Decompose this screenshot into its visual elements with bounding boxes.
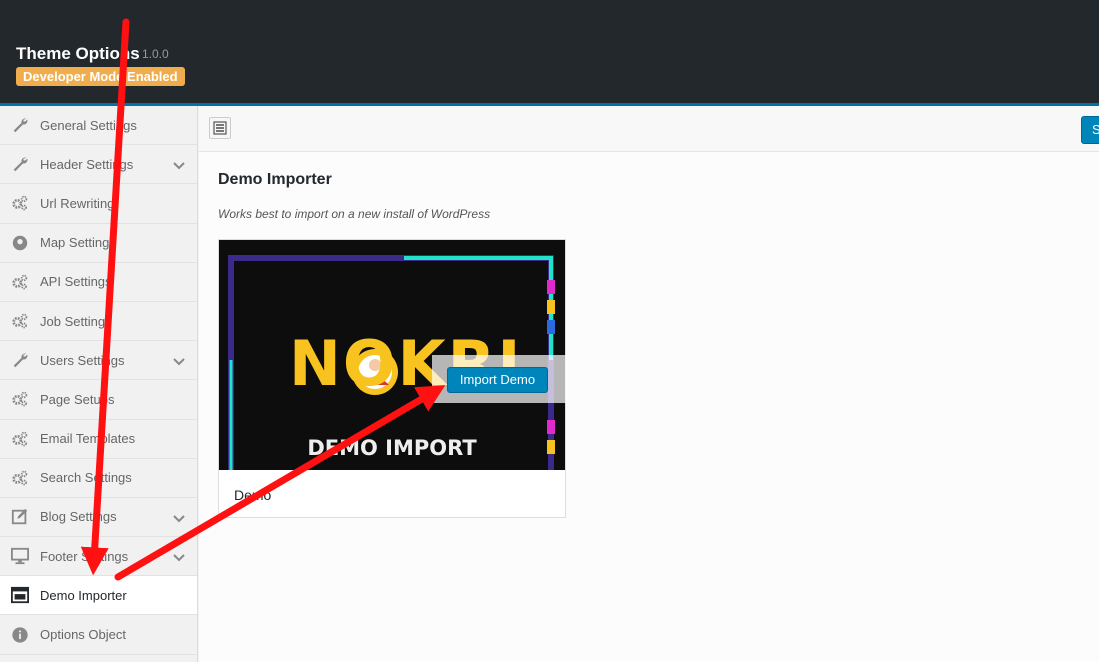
map-pin-icon <box>10 233 30 253</box>
developer-mode-badge: Developer Mode Enabled <box>16 67 185 86</box>
gears-icon <box>10 311 30 331</box>
gears-icon <box>10 389 30 409</box>
edit-icon <box>10 507 30 527</box>
sidebar-item-label: Page Setups <box>40 391 115 407</box>
sidebar-item-general-settings[interactable]: General Settings <box>0 106 197 146</box>
sidebar-item-page-setups[interactable]: Page Setups <box>0 380 197 420</box>
sidebar-item-url-rewriting[interactable]: Url Rewriting <box>0 184 197 224</box>
sidebar-item-label: Header Settings <box>40 156 134 172</box>
sidebar-item-header-settings[interactable]: Header Settings <box>0 145 197 185</box>
info-icon <box>10 625 30 645</box>
main-panel: Save Changes Demo Importer Works best to… <box>199 106 1099 662</box>
demo-caption-text: DEMO IMPORT <box>307 436 477 460</box>
admin-header: Theme Options 1.0.0 Developer Mode Enabl… <box>0 0 1099 106</box>
demo-name: Demo <box>234 487 272 503</box>
chevron-down-icon[interactable] <box>173 158 185 173</box>
import-demo-button[interactable]: Import Demo <box>447 367 548 393</box>
monitor-icon <box>10 546 30 566</box>
sidebar-item-email-templates[interactable]: Email Templates <box>0 420 197 459</box>
sidebar-item-label: Users Settings <box>40 352 125 368</box>
sidebar-item-map-settings[interactable]: Map Settings <box>0 224 197 263</box>
section-description: Works best to import on a new install of… <box>218 207 491 221</box>
sidebar-item-label: Url Rewriting <box>40 195 115 211</box>
sidebar-item-label: Demo Importer <box>40 587 127 603</box>
demo-card: NOKRI DEMO IMPORT Import Demo Demo <box>218 239 566 518</box>
section-title: Demo Importer <box>218 171 332 188</box>
sidebar-item-label: Options Object <box>40 627 126 643</box>
options-toolbar: Save Changes <box>199 106 1099 152</box>
sidebar-item-label: Search Settings <box>40 470 132 486</box>
sidebar-item-label: General Settings <box>40 117 137 133</box>
version-label: 1.0.0 <box>142 47 169 61</box>
sidebar-item-label: Map Settings <box>40 235 116 251</box>
expand-icon <box>213 121 227 135</box>
save-changes-button[interactable]: Save Changes <box>1081 116 1099 144</box>
chevron-down-icon[interactable] <box>173 550 185 565</box>
gears-icon <box>10 193 30 213</box>
sidebar-item-api-settings[interactable]: API Settings <box>0 263 197 302</box>
sidebar-item-label: Job Settings <box>40 313 112 329</box>
sidebar-item-demo-importer[interactable]: Demo Importer <box>0 576 197 616</box>
gears-icon <box>10 272 30 292</box>
wrench-icon <box>10 350 30 370</box>
window-icon <box>10 585 30 605</box>
sidebar-item-job-settings[interactable]: Job Settings <box>0 302 197 342</box>
sidebar-nav: General Settings Header Settings Url Rew… <box>0 106 198 662</box>
sidebar-item-search-settings[interactable]: Search Settings <box>0 459 197 498</box>
chevron-down-icon[interactable] <box>173 511 185 526</box>
sidebar-item-users-settings[interactable]: Users Settings <box>0 341 197 381</box>
wrench-icon <box>10 154 30 174</box>
sidebar-item-options-object[interactable]: Options Object <box>0 615 197 655</box>
expand-options-button[interactable] <box>209 117 231 139</box>
gears-icon <box>10 468 30 488</box>
wrench-icon <box>10 115 30 135</box>
sidebar-item-label: Email Templates <box>40 431 136 447</box>
sidebar-item-label: Blog Settings <box>40 509 117 525</box>
gears-icon <box>10 429 30 449</box>
chevron-down-icon[interactable] <box>173 354 185 369</box>
sidebar-item-label: API Settings <box>40 274 112 290</box>
page-title: Theme Options <box>16 44 140 63</box>
sidebar-item-label: Footer Settings <box>40 548 129 564</box>
sidebar-item-blog-settings[interactable]: Blog Settings <box>0 498 197 538</box>
sidebar-item-footer-settings[interactable]: Footer Settings <box>0 537 197 577</box>
